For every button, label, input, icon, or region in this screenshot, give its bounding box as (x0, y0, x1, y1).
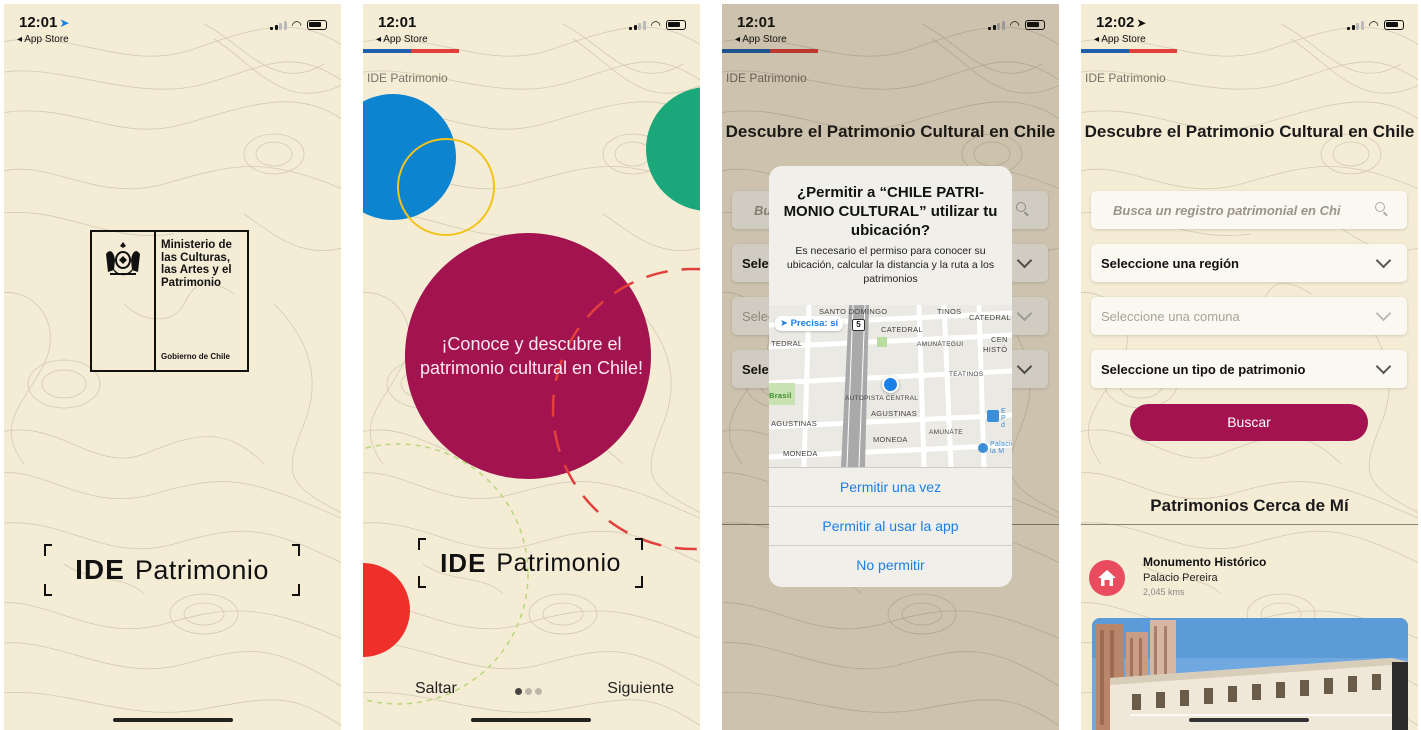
app-label: IDE Patrimonio (367, 71, 448, 85)
government-name: Gobierno de Chile (161, 352, 230, 361)
location-map: SANTO DOMINGO CATEDRAL CATEDRAL TEDRAL T… (769, 305, 1012, 467)
heritage-distance: 2,045 kms (1143, 587, 1185, 597)
permission-screen: 12:01 ◂ App Store ◠ IDE Patrimonio Descu… (722, 4, 1059, 730)
brand-patrimonio: Patrimonio (134, 554, 269, 585)
next-button[interactable]: Siguiente (607, 680, 674, 698)
onboarding-screen: 12:01 ◂ App Store ◠ IDE Patrimonio ¡Cono… (363, 4, 700, 730)
home-indicator[interactable] (471, 718, 591, 722)
back-to-app-store[interactable]: ◂ App Store (17, 34, 69, 45)
alert-message: Es necesario el permiso para conocer su … (786, 245, 995, 285)
dont-allow-button[interactable]: No permitir (769, 545, 1012, 584)
brand-logo: IDE Patrimonio (44, 544, 300, 596)
chile-flag-bar (363, 49, 459, 53)
brand-ide: IDE (75, 554, 125, 585)
search-button[interactable]: Buscar (1130, 404, 1368, 441)
alert-title: ¿Permitir a “CHILE PATRI-MONIO CULTURAL”… (783, 184, 998, 239)
search-screen: 12:02 ➤ ◂ App Store ◠ IDE Patrimonio Desc… (1081, 4, 1418, 730)
brand-ide: IDE (440, 547, 487, 578)
status-icons: ◠ (629, 18, 686, 32)
monument-icon (1089, 560, 1125, 596)
location-icon: ➤ (1136, 16, 1147, 30)
ministry-name: Ministerio de las Culturas, las Artes y … (161, 239, 232, 289)
green-circle (646, 87, 700, 211)
status-icons: ◠ (270, 18, 327, 32)
region-select[interactable]: Seleccione una región (1091, 244, 1407, 282)
comuna-select[interactable]: Seleccione una comuna (1091, 297, 1407, 335)
back-to-app-store[interactable]: ◂ App Store (376, 34, 428, 45)
logo-divider (154, 232, 156, 370)
status-icons: ◠ (1347, 18, 1404, 32)
location-icon: ➤ (59, 16, 70, 30)
coat-of-arms-icon (106, 242, 140, 276)
ministry-logo: Ministerio de las Culturas, las Artes y … (90, 230, 249, 372)
red-circle (363, 563, 410, 657)
home-indicator[interactable] (1189, 718, 1309, 722)
status-bar: 12:02 ➤ ◂ App Store ◠ (1081, 4, 1418, 50)
battery-icon (666, 20, 686, 30)
section-divider (1081, 524, 1418, 525)
splash-screen: 12:01 ➤ ◂ App Store ◠ Ministerio de las C… (4, 4, 341, 730)
skip-button[interactable]: Saltar (415, 680, 457, 698)
status-time: 12:01 (378, 14, 417, 31)
onboarding-message: ¡Conoce y descubre el patrimonio cultura… (419, 334, 644, 378)
status-time: 12:01 ➤ (19, 14, 70, 31)
type-select[interactable]: Seleccione un tipo de patrimonio (1091, 350, 1407, 388)
back-to-app-store[interactable]: ◂ App Store (1094, 34, 1146, 45)
route-5-badge: 5 (852, 319, 865, 331)
brand-patrimonio: Patrimonio (496, 548, 621, 577)
location-permission-alert: ¿Permitir a “CHILE PATRI-MONIO CULTURAL”… (769, 166, 1012, 587)
heritage-name[interactable]: Palacio Pereira (1143, 572, 1218, 584)
chevron-down-icon (1375, 305, 1392, 322)
heritage-photo[interactable] (1092, 618, 1408, 730)
wifi-icon: ◠ (1368, 18, 1379, 32)
page-title: Descubre el Patrimonio Cultural en Chile (1084, 122, 1415, 141)
status-time: 12:02 ➤ (1096, 14, 1147, 31)
house-icon (1098, 570, 1116, 586)
search-input[interactable]: Busca un registro patrimonial en Chi (1091, 191, 1407, 229)
app-label: IDE Patrimonio (1085, 71, 1166, 85)
home-indicator[interactable] (113, 718, 233, 722)
battery-icon (1384, 20, 1404, 30)
palacio-pereira-image (1092, 618, 1408, 730)
status-bar: 12:01 ◂ App Store ◠ (363, 4, 700, 50)
wifi-icon: ◠ (291, 18, 302, 32)
chevron-down-icon (1375, 252, 1392, 269)
signal-icon (270, 20, 287, 30)
status-bar: 12:01 ➤ ◂ App Store ◠ (4, 4, 341, 50)
battery-icon (307, 20, 327, 30)
search-icon (1375, 202, 1385, 212)
precise-location-toggle[interactable]: ➤ Precisa: sí (775, 316, 844, 331)
chile-flag-bar (1081, 49, 1177, 53)
wifi-icon: ◠ (650, 18, 661, 32)
nearby-title: Patrimonios Cerca de Mí (1150, 496, 1349, 515)
signal-icon (1347, 20, 1364, 30)
heritage-type[interactable]: Monumento Histórico (1143, 555, 1266, 569)
page-indicator[interactable] (515, 688, 542, 695)
allow-while-using-button[interactable]: Permitir al usar la app (769, 506, 1012, 545)
chevron-down-icon (1375, 358, 1392, 375)
brand-logo: IDE Patrimonio (418, 538, 643, 588)
signal-icon (629, 20, 646, 30)
onboarding-controls: Saltar Siguiente (363, 680, 700, 700)
user-location-dot (882, 376, 899, 393)
allow-once-button[interactable]: Permitir una vez (769, 467, 1012, 506)
